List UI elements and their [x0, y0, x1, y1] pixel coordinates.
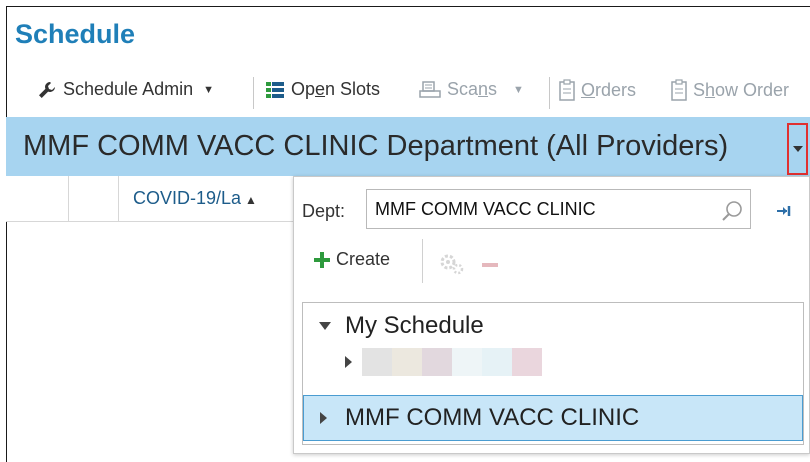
column-header-covid[interactable]: COVID-19/La ▲ [133, 188, 257, 209]
dept-label: Dept: [302, 201, 346, 221]
toolbar-divider [253, 77, 254, 109]
expand-down-icon [319, 322, 331, 330]
scans-label: Scans [447, 79, 498, 99]
toolbar: Schedule Admin ▼ Open Slots Scans ▼ Orde… [7, 73, 810, 111]
page-title: Schedule [15, 19, 136, 49]
show-orders-label: Show Order [693, 79, 790, 100]
gear-icon[interactable] [438, 252, 466, 276]
grid-icon [266, 81, 284, 98]
toolbar-divider [422, 239, 423, 283]
search-icon[interactable] [722, 200, 744, 222]
tree-node-label: MMF COMM VACC CLINIC [345, 404, 640, 431]
column-header-label: COVID-19/La [133, 188, 242, 208]
redacted-block [362, 348, 392, 376]
toolbar-divider [549, 77, 550, 109]
expand-right-icon [345, 356, 352, 368]
department-header-bar: MMF COMM VACC CLINIC Department (All Pro… [6, 117, 810, 176]
schedule-tree: My Schedule MMF COMM VACC CLINIC [302, 302, 804, 445]
create-label: Create [336, 249, 391, 269]
tree-node-my-schedule[interactable]: My Schedule [303, 311, 803, 341]
schedule-admin-button[interactable]: Schedule Admin ▼ [37, 79, 214, 100]
tree-node-blurred-item[interactable] [303, 347, 803, 377]
chevron-down-icon: ▼ [203, 83, 214, 96]
department-dropdown-button[interactable] [787, 123, 808, 175]
remove-icon[interactable] [482, 263, 498, 267]
open-slots-label: Open Slots [291, 79, 381, 99]
pin-icon[interactable] [776, 203, 792, 219]
expand-right-icon [320, 412, 327, 424]
redacted-block [482, 348, 512, 376]
open-slots-button[interactable]: Open Slots [265, 79, 380, 100]
redacted-block [512, 348, 542, 376]
clipboard-icon [671, 79, 687, 101]
department-title: MMF COMM VACC CLINIC Department (All Pro… [23, 130, 729, 162]
redacted-content [362, 348, 542, 376]
schedule-admin-label: Schedule Admin [63, 79, 194, 99]
column-divider [118, 176, 119, 221]
dept-search-input[interactable] [366, 189, 751, 229]
scanner-icon [419, 80, 441, 98]
redacted-block [392, 348, 422, 376]
scans-button[interactable]: Scans ▼ [419, 79, 524, 100]
schedule-column-header: COVID-19/La ▲ [6, 176, 296, 222]
chevron-down-icon: ▼ [513, 83, 524, 96]
show-orders-button[interactable]: Show Order [671, 79, 789, 101]
caret-down-icon [792, 146, 803, 152]
orders-button[interactable]: Orders [559, 79, 636, 101]
wrench-icon [39, 81, 55, 98]
redacted-block [452, 348, 482, 376]
tree-node-mmf-comm-vacc-clinic[interactable]: MMF COMM VACC CLINIC [303, 395, 803, 441]
orders-label: Orders [581, 79, 637, 100]
clipboard-icon [559, 79, 575, 101]
tree-node-label: My Schedule [345, 312, 484, 339]
create-button[interactable]: Create [314, 249, 390, 270]
plus-icon [314, 251, 330, 268]
sort-ascending-icon: ▲ [245, 193, 257, 207]
department-picker-popup: Dept: Create My Schedule MMF [293, 176, 810, 454]
redacted-block [422, 348, 452, 376]
column-divider [68, 176, 69, 221]
